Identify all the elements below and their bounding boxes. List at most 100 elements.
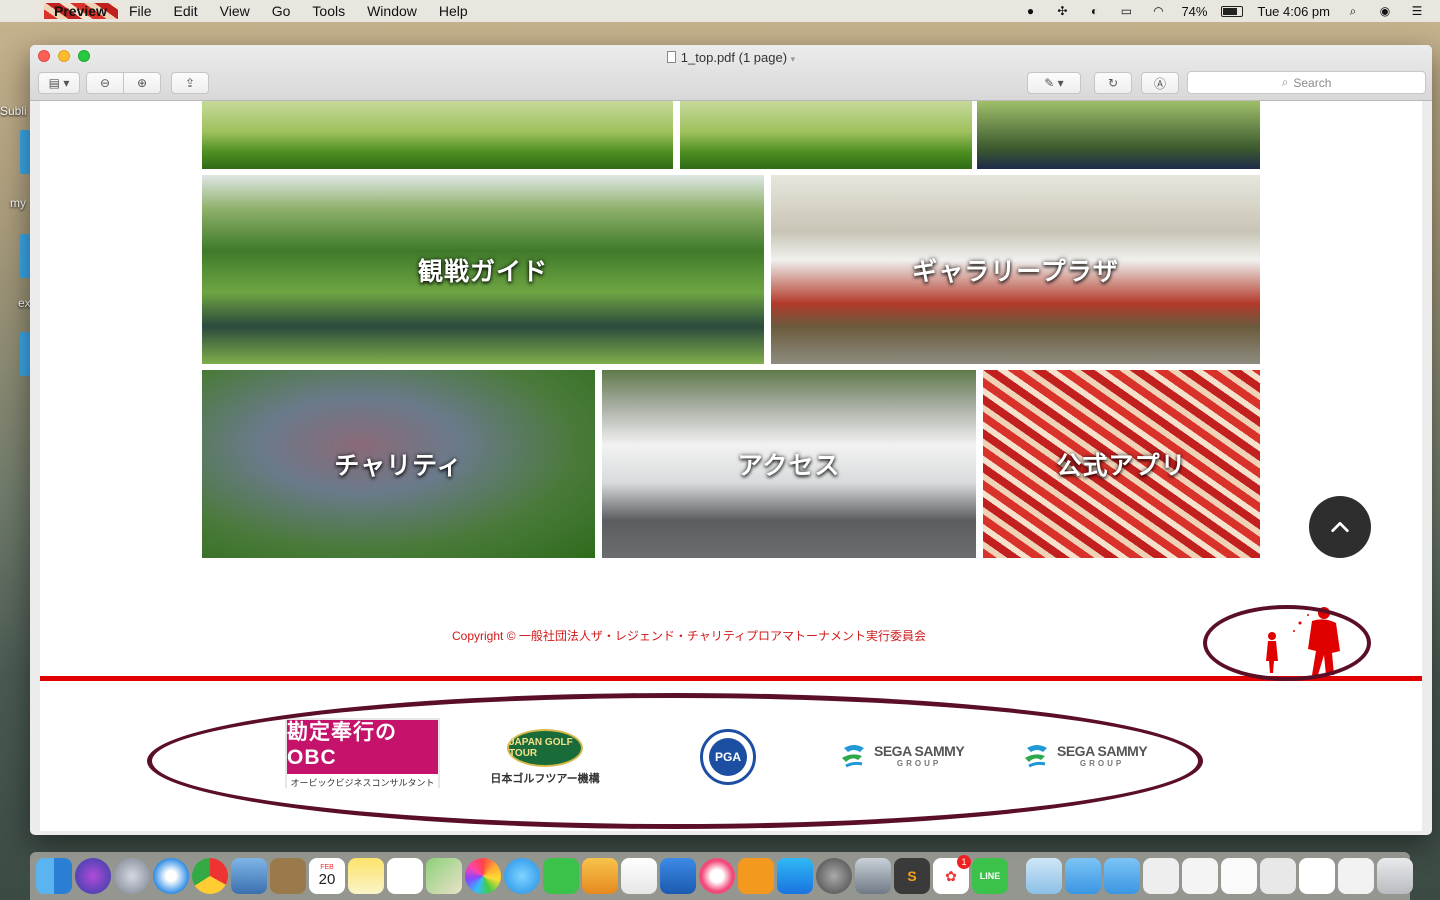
scroll-to-top-button[interactable]: [1309, 496, 1371, 558]
line-tray-icon[interactable]: ●: [1021, 4, 1039, 18]
cloverleaf-tray-icon[interactable]: ✣: [1053, 4, 1071, 18]
notes-icon[interactable]: [348, 858, 384, 894]
photos-icon[interactable]: [465, 858, 501, 894]
pdf-page[interactable]: 観戦ガイド ギャラリープラザ チャリティ アクセス 公式アプリ Copyrigh…: [40, 101, 1422, 831]
pen-icon: ✎ ▾: [1044, 76, 1064, 90]
finder-icon[interactable]: [36, 858, 72, 894]
tile-charity[interactable]: チャリティ: [202, 370, 595, 558]
wifi-icon[interactable]: ◠: [1149, 4, 1167, 18]
photo-tile-player: [977, 101, 1260, 169]
reminders-icon[interactable]: [387, 858, 423, 894]
document-thumbnail-icon[interactable]: [1260, 858, 1296, 894]
window-titlebar: 1_top.pdf (1 page) ▾ ▤ ▾ ⊖ ⊕ ⇪ ✎ ▾ ↻ Ⓐ ⌕…: [30, 45, 1432, 101]
desktop-item-label[interactable]: Subli: [0, 104, 27, 118]
tile-access[interactable]: アクセス: [602, 370, 976, 558]
menu-file[interactable]: File: [118, 3, 163, 19]
chrome-icon[interactable]: [192, 858, 228, 894]
launchpad-icon[interactable]: [114, 858, 150, 894]
markup-icon: Ⓐ: [1153, 76, 1166, 91]
footer-divider: [40, 676, 1422, 681]
markup-pen-button[interactable]: ✎ ▾: [1027, 72, 1081, 94]
document-thumbnail-icon[interactable]: [1338, 858, 1374, 894]
desktop-item-label[interactable]: my: [10, 196, 26, 210]
contacts-icon[interactable]: [270, 858, 306, 894]
app-store-icon[interactable]: [777, 858, 813, 894]
document-thumbnail-icon[interactable]: [1182, 858, 1218, 894]
document-thumbnail-icon[interactable]: [1143, 858, 1179, 894]
menu-view[interactable]: View: [209, 3, 261, 19]
markup-toolbar-button[interactable]: Ⓐ: [1141, 72, 1179, 94]
document-thumbnail-icon[interactable]: [1299, 858, 1335, 894]
menu-tools[interactable]: Tools: [301, 3, 356, 19]
facetime-icon[interactable]: [543, 858, 579, 894]
messages-icon[interactable]: [504, 858, 540, 894]
ibooks-icon[interactable]: [738, 858, 774, 894]
numbers-icon[interactable]: [621, 858, 657, 894]
maps-icon[interactable]: [426, 858, 462, 894]
tile-label: 観戦ガイド: [417, 257, 548, 286]
menu-go[interactable]: Go: [261, 3, 302, 19]
status-tray: ● ✣ ◐ ▭ ◠ 74% Tue 4:06 pm ⌕ ◉ ☰: [1021, 4, 1440, 19]
preview-icon[interactable]: [231, 858, 267, 894]
spotlight-icon[interactable]: ⌕: [1344, 4, 1362, 18]
search-placeholder: Search: [1293, 75, 1332, 90]
calendar-icon[interactable]: FEB 20: [309, 858, 345, 894]
siri-icon[interactable]: [75, 858, 111, 894]
preview-window: 1_top.pdf (1 page) ▾ ▤ ▾ ⊖ ⊕ ⇪ ✎ ▾ ↻ Ⓐ ⌕…: [30, 45, 1432, 835]
pdf-document-icon: [666, 51, 676, 63]
tile-label: 公式アプリ: [1056, 452, 1187, 480]
timemachine-tray-icon[interactable]: ◐: [1085, 4, 1103, 18]
zoom-out-button[interactable]: ⊖: [86, 72, 124, 94]
zoom-in-button[interactable]: ⊕: [123, 72, 161, 94]
share-button[interactable]: ⇪: [171, 72, 209, 94]
photo-tile-grass: [202, 101, 673, 169]
dock: FEB 20 S ✿ 1 LINE: [30, 852, 1413, 900]
share-icon: ⇪: [184, 76, 196, 90]
zoom-out-icon: ⊖: [99, 76, 111, 90]
search-input[interactable]: ⌕ Search: [1187, 71, 1426, 94]
sidebar-toggle-button[interactable]: ▤ ▾: [38, 72, 80, 94]
menu-edit[interactable]: Edit: [163, 3, 209, 19]
menu-bar: Preview File Edit View Go Tools Window H…: [0, 0, 1440, 22]
keynote-icon[interactable]: [660, 858, 696, 894]
menu-help[interactable]: Help: [428, 3, 479, 19]
desktop-folder-icon[interactable]: [20, 332, 30, 376]
menu-window[interactable]: Window: [356, 3, 428, 19]
desktop-item-label[interactable]: ex: [18, 296, 31, 310]
clock[interactable]: Tue 4:06 pm: [1257, 4, 1330, 19]
rotate-button[interactable]: ↻: [1094, 72, 1132, 94]
chevron-down-icon[interactable]: ▾: [791, 54, 796, 64]
window-title-text: 1_top.pdf (1 page): [680, 50, 788, 65]
cloverleaf-app-icon[interactable]: ✿ 1: [933, 855, 971, 894]
battery-percent: 74%: [1181, 3, 1208, 19]
battery-icon[interactable]: [1221, 5, 1244, 17]
notification-center-icon[interactable]: ☰: [1408, 4, 1426, 18]
tile-official-app[interactable]: 公式アプリ: [983, 370, 1260, 558]
calendar-month: FEB: [320, 864, 334, 871]
annotation-ellipse-small: [1203, 605, 1371, 681]
system-preferences-icon[interactable]: [816, 858, 852, 894]
siri-icon[interactable]: ◉: [1376, 4, 1394, 18]
rotate-icon: ↻: [1107, 76, 1119, 90]
sublime-text-icon[interactable]: S: [894, 858, 930, 894]
folder-stack-icon[interactable]: [1065, 858, 1101, 894]
tile-gallery-plaza[interactable]: ギャラリープラザ: [771, 175, 1260, 364]
chevron-up-icon: [1331, 521, 1349, 533]
trash-icon[interactable]: [1377, 858, 1413, 894]
downloads-stack-icon[interactable]: [1026, 858, 1062, 894]
window-title[interactable]: 1_top.pdf (1 page) ▾: [30, 50, 1432, 65]
applications-stack-icon[interactable]: [1104, 858, 1140, 894]
sidebar-icon: ▤ ▾: [48, 76, 70, 90]
desktop-folder-icon[interactable]: [20, 130, 30, 174]
safari-icon[interactable]: [153, 858, 189, 894]
desktop-folder-icon[interactable]: [20, 234, 30, 278]
airplay-icon[interactable]: ▭: [1117, 4, 1135, 18]
pages-icon[interactable]: [582, 858, 618, 894]
itunes-icon[interactable]: [699, 858, 735, 894]
image-capture-icon[interactable]: [855, 858, 891, 894]
menu-app-preview[interactable]: Preview: [44, 3, 118, 19]
copyright-text: Copyright © 一般社団法人ザ・レジェンド・チャリティプロアマトーナメン…: [452, 629, 927, 643]
document-thumbnail-icon[interactable]: [1221, 858, 1257, 894]
tile-spectator-guide[interactable]: 観戦ガイド: [202, 175, 764, 364]
line-app-icon[interactable]: LINE: [972, 858, 1008, 894]
